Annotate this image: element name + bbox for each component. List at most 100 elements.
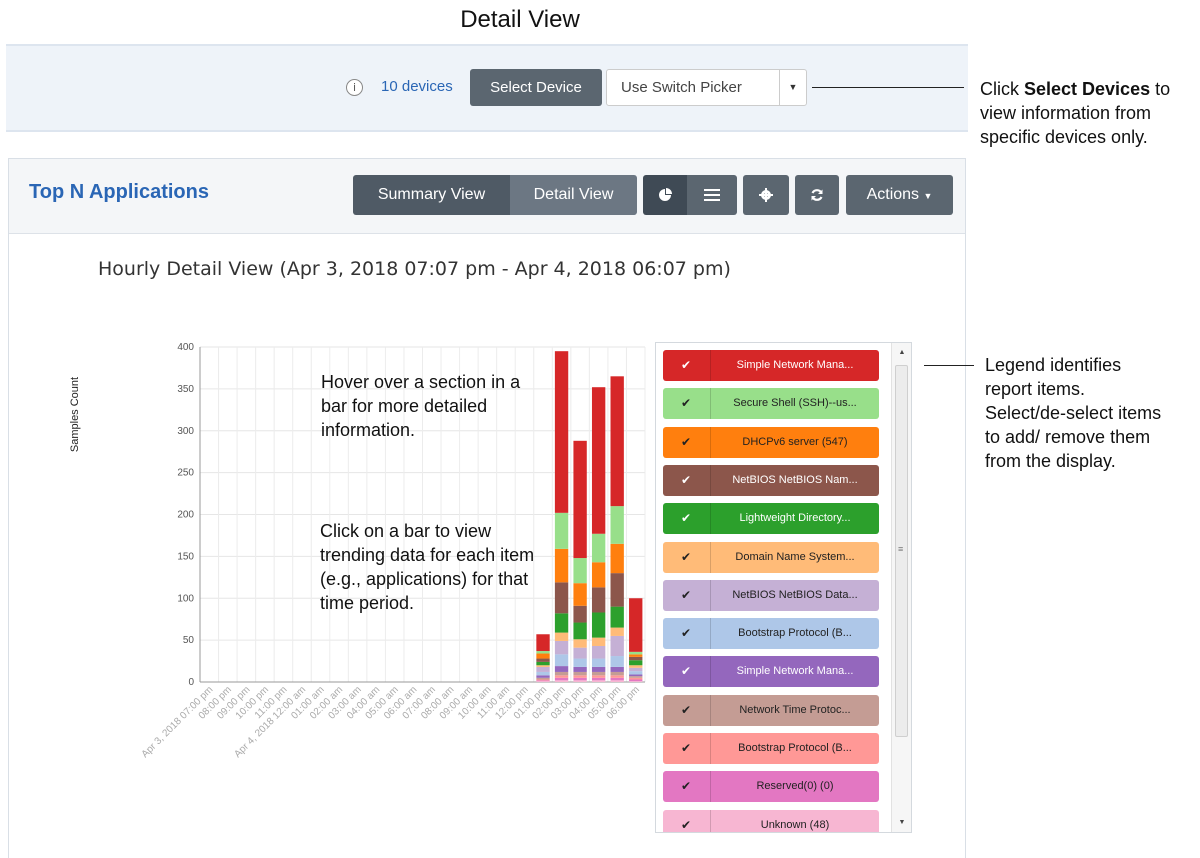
pie-chart-button[interactable]	[643, 175, 687, 215]
y-tick-label: 150	[177, 551, 194, 562]
bar-segment	[573, 583, 587, 606]
bar-segment	[629, 667, 643, 672]
bar-segment	[554, 680, 569, 682]
legend-item[interactable]: ✔ Simple Network Mana...	[663, 350, 879, 381]
legend-item[interactable]: ✔ Reserved(0) (0)	[663, 771, 879, 803]
bar-segment	[573, 671, 587, 676]
checkmark-icon: ✔	[680, 434, 692, 449]
bar-segment	[591, 658, 606, 667]
hover-hint-text: Hover over a section in a bar for more d…	[321, 372, 521, 440]
bar-segment	[610, 627, 624, 636]
checkmark-icon: ✔	[680, 626, 692, 641]
actions-dropdown-button[interactable]: Actions ▼	[846, 175, 953, 215]
bar-segment	[591, 680, 606, 682]
bar-segment	[629, 674, 643, 677]
checkmark-icon: ✔	[680, 817, 692, 832]
bar-segment	[536, 661, 550, 666]
y-tick-label: 400	[177, 342, 194, 353]
checkmark-icon: ✔	[680, 511, 692, 526]
bar-segment	[536, 665, 550, 667]
legend-item-label: Lightweight Directory...	[710, 503, 879, 535]
bar-segment	[610, 677, 624, 681]
scroll-down-icon[interactable]: ▼	[892, 815, 911, 831]
legend-item-label: Simple Network Mana...	[710, 656, 879, 688]
bar-segment	[610, 656, 624, 667]
bar-segment	[591, 387, 606, 534]
bar-segment	[591, 677, 606, 681]
gear-icon	[759, 187, 773, 202]
bar-segment	[610, 680, 624, 682]
devices-count-link[interactable]: 10 devices	[381, 78, 453, 95]
bar-segment	[591, 533, 606, 563]
switch-picker-caret-icon[interactable]: ▼	[779, 69, 807, 106]
refresh-button[interactable]	[795, 175, 839, 215]
y-tick-label: 200	[177, 510, 194, 521]
switch-picker-dropdown[interactable]: Use Switch Picker	[606, 69, 780, 106]
legend-item[interactable]: ✔ Unknown (48)	[663, 809, 879, 832]
panel-header: Top N Applications Summary View Detail V…	[9, 159, 965, 234]
select-device-button[interactable]: Select Device	[470, 69, 602, 106]
bar-segment	[591, 612, 606, 638]
chart-legend: ✔ Simple Network Mana... ✔ Secure Shell (SS…	[655, 342, 912, 833]
legend-item-label: NetBIOS NetBIOS Nam...	[710, 464, 879, 496]
legend-item[interactable]: ✔ DHCPv6 server (547)	[663, 426, 879, 458]
legend-scrollbar[interactable]: ▲ ≡ ▼	[891, 343, 911, 832]
bar-segment	[629, 671, 643, 675]
checkmark-icon: ✔	[680, 664, 692, 679]
bar-segment	[573, 675, 587, 678]
bar-segment	[554, 512, 569, 549]
list-view-button[interactable]	[687, 175, 737, 215]
bar-segment	[629, 679, 643, 682]
y-tick-label: 100	[177, 593, 194, 604]
bar-segment	[573, 440, 587, 559]
scroll-up-icon[interactable]: ▲	[892, 345, 911, 361]
panel-title: Top N Applications	[29, 181, 209, 203]
legend-item-label: Secure Shell (SSH)--us...	[710, 388, 879, 420]
bar-segment	[573, 647, 587, 659]
checkmark-icon: ✔	[680, 358, 692, 372]
legend-item-label: Reserved(0) (0)	[710, 771, 879, 803]
settings-button[interactable]	[743, 175, 789, 215]
chevron-down-icon: ▼	[923, 191, 933, 201]
bar-segment	[610, 376, 624, 507]
legend-callout: Legend identifies report items. Select/d…	[985, 355, 1162, 471]
info-icon[interactable]: i	[346, 79, 363, 96]
bar-segment	[629, 676, 643, 678]
bar-segment	[536, 681, 550, 682]
legend-item[interactable]: ✔ NetBIOS NetBIOS Nam...	[663, 464, 879, 496]
y-tick-label: 350	[177, 384, 194, 395]
bar-segment	[554, 666, 569, 672]
chart-title: Hourly Detail View (Apr 3, 2018 07:07 pm…	[98, 258, 731, 280]
legend-item[interactable]: ✔ Domain Name System...	[663, 541, 879, 573]
legend-item[interactable]: ✔ Secure Shell (SSH)--us...	[663, 388, 879, 420]
y-tick-label: 300	[177, 426, 194, 437]
bar-segment	[629, 677, 643, 680]
detail-view-button[interactable]: Detail View	[510, 175, 637, 215]
bar-segment	[536, 653, 550, 659]
bar-segment	[591, 675, 606, 678]
bar-segment	[536, 680, 550, 682]
bar-segment	[573, 666, 587, 672]
summary-view-button[interactable]: Summary View	[353, 175, 510, 215]
y-tick-label: 0	[188, 677, 194, 688]
legend-item[interactable]: ✔ Bootstrap Protocol (B...	[663, 733, 879, 764]
bar-segment	[610, 635, 624, 657]
legend-item[interactable]: ✔ NetBIOS NetBIOS Data...	[663, 579, 879, 611]
legend-item[interactable]: ✔ Simple Network Mana...	[663, 656, 879, 688]
bar-segment	[554, 548, 569, 583]
checkmark-icon: ✔	[680, 702, 692, 717]
bar-segment	[629, 660, 643, 666]
page-title: Detail View	[460, 6, 580, 33]
checkmark-icon: ✔	[680, 396, 692, 411]
legend-item[interactable]: ✔ Network Time Protoc...	[663, 694, 879, 726]
bar-segment	[536, 658, 550, 662]
select-devices-callout: Click Select Devices to view information…	[980, 77, 1195, 149]
legend-item[interactable]: ✔ Bootstrap Protocol (B...	[663, 618, 879, 650]
actions-label: Actions	[866, 186, 920, 203]
bar-segment	[554, 654, 569, 667]
bar-segment	[591, 637, 606, 646]
legend-item[interactable]: ✔ Lightweight Directory...	[663, 503, 879, 535]
bar-segment	[536, 671, 550, 676]
select-devices-callout-line	[812, 87, 964, 88]
bar-segment	[554, 613, 569, 633]
